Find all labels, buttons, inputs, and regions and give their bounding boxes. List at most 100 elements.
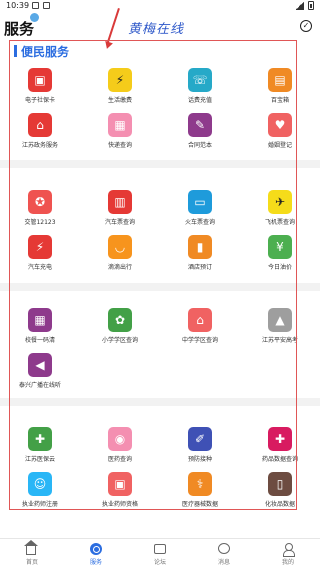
service-item-label: 电子社保卡 xyxy=(24,97,55,104)
service-item-label: 药品数据查询 xyxy=(261,456,298,463)
oil-price-icon: ¥ xyxy=(268,235,292,259)
didi-icon: ◡ xyxy=(108,235,132,259)
service-item-label: 百宝箱 xyxy=(270,97,289,104)
service-item[interactable]: ▲ 江苏平安高考 xyxy=(240,308,320,344)
home-icon xyxy=(24,540,38,555)
notification-icon xyxy=(43,2,50,9)
service-item[interactable]: ▥ 汽车票查询 xyxy=(80,190,160,226)
service-item[interactable]: ▤ 百宝箱 xyxy=(240,68,320,104)
nav-item-forum[interactable]: 论坛 xyxy=(128,539,192,568)
nav-label: 论坛 xyxy=(153,559,166,566)
service-item-label: 执业药师注册 xyxy=(21,501,58,508)
service-item[interactable]: ✎ 合同范本 xyxy=(160,113,240,149)
drug-data-icon: ✚ xyxy=(268,427,292,451)
status-bar: 10:39 xyxy=(0,0,320,12)
service-item[interactable]: ◉ 医药查询 xyxy=(80,427,160,463)
service-item[interactable]: ▣ 电子社保卡 xyxy=(0,68,80,104)
service-item[interactable]: ◀ 泰兴广播在线听 xyxy=(0,353,80,389)
service-item[interactable]: ♥ 婚姻登记 xyxy=(240,113,320,149)
service-item[interactable]: ▭ 火车票查询 xyxy=(160,190,240,226)
service-item[interactable]: ⌂ 中学学区查询 xyxy=(160,308,240,344)
medicine-icon: ◉ xyxy=(108,427,132,451)
status-time: 10:39 xyxy=(6,1,30,10)
service-item[interactable]: ✈ 飞机票查询 xyxy=(240,190,320,226)
service-item[interactable]: ▦ 校餐一码清 xyxy=(0,308,80,344)
service-item-label: 泰兴广播在线听 xyxy=(18,382,61,389)
nav-item-home[interactable]: 首页 xyxy=(0,539,64,568)
battery-icon xyxy=(308,1,314,10)
service-item-label: 化妆品数据 xyxy=(264,501,295,508)
service-row: ✚ 江苏医保云 ◉ 医药查询 ✐ 预防接种 ✚ 药品数据查询 xyxy=(0,427,320,463)
train-icon: ▭ xyxy=(188,190,212,214)
traffic-police-icon: ✪ xyxy=(28,190,52,214)
service-item-label: 汽车票查询 xyxy=(104,219,135,226)
treasure-box-icon: ▤ xyxy=(268,68,292,92)
service-item[interactable]: ▣ 执业药师资格 xyxy=(80,472,160,508)
marriage-icon: ♥ xyxy=(268,113,292,137)
signal-icon xyxy=(295,1,304,10)
service-item-label: 生活缴费 xyxy=(107,97,132,104)
service-item-label: 预防接种 xyxy=(187,456,212,463)
service-item-label: 滴滴出行 xyxy=(107,264,132,271)
service-row: ✪ 交管12123 ▥ 汽车票查询 ▭ 火车票查询 ✈ 飞机票查询 xyxy=(0,190,320,226)
forum-icon xyxy=(154,543,166,555)
service-item[interactable]: ▯ 化妆品数据 xyxy=(240,472,320,508)
service-item-label: 快递查询 xyxy=(107,142,132,149)
parcel-icon: ▦ xyxy=(108,113,132,137)
hotel-icon: ▮ xyxy=(188,235,212,259)
service-item-label: 江苏平安高考 xyxy=(261,337,298,344)
service-item[interactable]: ⚡ 生活缴费 xyxy=(80,68,160,104)
medical-insurance-icon: ✚ xyxy=(28,427,52,451)
service-item[interactable]: ⌂ 江苏政务服务 xyxy=(0,113,80,149)
nav-item-service[interactable]: 服务 xyxy=(64,539,128,568)
lightning-icon: ⚡ xyxy=(108,68,132,92)
service-item[interactable]: ⚕ 医疗器械数据 xyxy=(160,472,240,508)
screen: 10:39 服务 黄梅在线 ✓ 便民服务 ▣ 电子社保卡 ⚡ 生活缴费 ☏ 话费充值 ▤ 百宝… xyxy=(0,0,320,568)
contract-icon: ✎ xyxy=(188,113,212,137)
service-row: ◀ 泰兴广播在线听 xyxy=(0,353,320,389)
service-item-label: 中学学区查询 xyxy=(181,337,218,344)
service-item-label: 话费充值 xyxy=(187,97,212,104)
service-item[interactable]: ✪ 交管12123 xyxy=(0,190,80,226)
section-separator xyxy=(0,398,320,406)
service-item[interactable]: ¥ 今日油价 xyxy=(240,235,320,271)
service-item-label: 合同范本 xyxy=(187,142,212,149)
medical-device-icon: ⚕ xyxy=(188,472,212,496)
service-row: ☺ 执业药师注册 ▣ 执业药师资格 ⚕ 医疗器械数据 ▯ 化妆品数据 xyxy=(0,472,320,508)
service-item[interactable]: ▮ 酒店预订 xyxy=(160,235,240,271)
nav-label: 服务 xyxy=(89,559,102,566)
service-item-label: 今日油价 xyxy=(267,264,292,271)
nav-item-message[interactable]: 消息 xyxy=(192,539,256,568)
service-item-label: 江苏医保云 xyxy=(24,456,55,463)
service-item[interactable]: ✚ 药品数据查询 xyxy=(240,427,320,463)
nav-item-profile[interactable]: 我的 xyxy=(256,539,320,568)
service-item[interactable]: ☺ 执业药师注册 xyxy=(0,472,80,508)
service-item[interactable]: ▦ 快递查询 xyxy=(80,113,160,149)
service-item-label: 小学学区查询 xyxy=(101,337,138,344)
service-item-label: 校餐一码清 xyxy=(24,337,55,344)
service-row: ▦ 校餐一码清 ✿ 小学学区查询 ⌂ 中学学区查询 ▲ 江苏平安高考 xyxy=(0,308,320,344)
profile-icon xyxy=(282,543,295,557)
service-item-label: 火车票查询 xyxy=(184,219,215,226)
service-item[interactable]: ✐ 预防接种 xyxy=(160,427,240,463)
service-item-label: 飞机票查询 xyxy=(264,219,295,226)
service-item[interactable]: ⚡ 汽车充电 xyxy=(0,235,80,271)
bottom-nav: 首页 服务 论坛 消息 我的 xyxy=(0,538,320,568)
service-item[interactable]: ✚ 江苏医保云 xyxy=(0,427,80,463)
qr-code-icon: ▦ xyxy=(28,308,52,332)
service-item[interactable]: ◡ 滴滴出行 xyxy=(80,235,160,271)
section-separator xyxy=(0,160,320,168)
service-item[interactable]: ☏ 话费充值 xyxy=(160,68,240,104)
vaccine-icon: ✐ xyxy=(188,427,212,451)
service-row: ⚡ 汽车充电 ◡ 滴滴出行 ▮ 酒店预订 ¥ 今日油价 xyxy=(0,235,320,271)
nav-label: 消息 xyxy=(217,559,230,566)
section-title: 便民服务 xyxy=(21,44,70,59)
government-house-icon: ⌂ xyxy=(28,113,52,137)
status-notification-icons xyxy=(32,2,50,9)
cosmetics-icon: ▯ xyxy=(268,472,292,496)
pharmacist-certificate-icon: ▣ xyxy=(108,472,132,496)
service-item[interactable]: ✿ 小学学区查询 xyxy=(80,308,160,344)
service-item-label: 交管12123 xyxy=(24,219,56,226)
check-circle-icon[interactable]: ✓ xyxy=(300,20,312,32)
service-icon xyxy=(90,543,102,555)
